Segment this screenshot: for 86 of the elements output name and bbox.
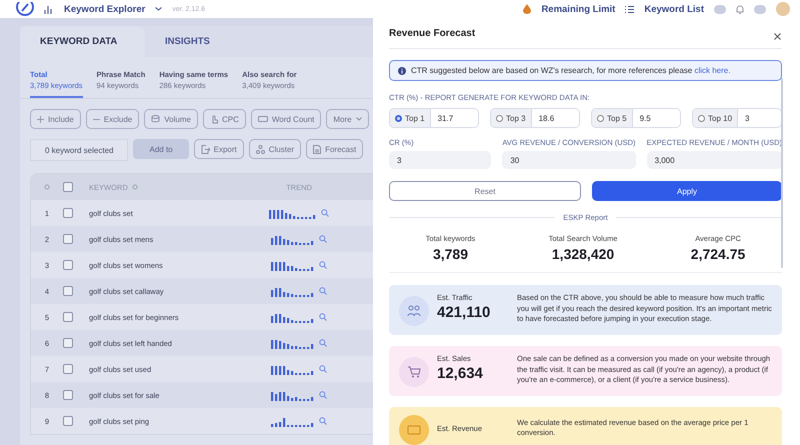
keyword-list-link[interactable]: Keyword List — [644, 4, 704, 14]
info-icon — [398, 66, 406, 74]
stat-value: 2,724.75 — [690, 246, 746, 262]
trend-sparkline — [271, 260, 315, 270]
database-icon — [151, 115, 160, 123]
ctr-field[interactable]: Top 10 3 — [692, 108, 782, 128]
tab[interactable]: INSIGHTS — [145, 26, 270, 57]
notification-badge — [754, 4, 766, 14]
select-all-checkbox[interactable] — [63, 182, 73, 192]
ctr-radio[interactable]: Top 5 — [592, 109, 633, 127]
trend-sparkline — [271, 390, 315, 400]
action-button[interactable]: Export — [194, 139, 244, 159]
row-checkbox[interactable] — [63, 364, 73, 374]
search-icon[interactable] — [319, 235, 327, 243]
search-icon[interactable] — [319, 313, 327, 321]
stat-value: 3,789 — [432, 246, 468, 262]
row-checkbox[interactable] — [63, 338, 73, 348]
filter-button[interactable]: Exclude — [86, 109, 140, 129]
ctr-radio[interactable]: Top 10 — [693, 109, 738, 127]
row-checkbox[interactable] — [63, 208, 73, 218]
row-checkbox[interactable] — [63, 416, 73, 426]
plus-icon — [37, 116, 44, 122]
bell-icon[interactable] — [736, 4, 744, 14]
logo-icon[interactable] — [16, 2, 34, 16]
filter-button[interactable]: Word Count — [250, 109, 322, 129]
filter-button[interactable]: CPC — [202, 109, 246, 129]
remaining-limit-link[interactable]: Remaining Limit — [541, 4, 616, 14]
filter-button[interactable]: Volume — [144, 109, 198, 129]
search-icon[interactable] — [319, 287, 327, 295]
trend-sparkline — [271, 312, 315, 322]
search-icon[interactable] — [319, 261, 327, 269]
trend-sparkline — [271, 416, 315, 426]
users-icon — [407, 305, 421, 317]
text-field-icon — [258, 116, 268, 122]
search-icon[interactable] — [321, 209, 329, 217]
drawer-title: Revenue Forecast — [389, 28, 476, 38]
search-icon[interactable] — [319, 339, 327, 347]
tab[interactable]: KEYWORD DATA — [20, 26, 145, 57]
action-button[interactable]: Forecast — [306, 139, 364, 159]
list-icon — [625, 6, 634, 12]
info-text: CTR suggested below are based on WZ's research, for more references please click here. — [411, 66, 730, 75]
hand-icon — [210, 114, 218, 124]
search-icon[interactable] — [319, 391, 327, 399]
selection-count: 0 keyword selected — [30, 139, 128, 161]
input-field[interactable]: 30 — [502, 151, 636, 169]
row-checkbox[interactable] — [63, 260, 73, 270]
search-icon[interactable] — [319, 365, 327, 373]
cart-icon — [407, 366, 421, 378]
trend-sparkline — [271, 234, 315, 244]
filter-button[interactable]: More — [326, 109, 369, 129]
row-checkbox[interactable] — [63, 286, 73, 296]
chevron-down-icon — [356, 117, 362, 121]
row-checkbox[interactable] — [63, 312, 73, 322]
ctr-field[interactable]: Top 1 31.7 — [389, 108, 479, 128]
click-here-link[interactable]: click here. — [694, 66, 730, 75]
ctr-field[interactable]: Top 5 9.5 — [591, 108, 681, 128]
estimate-value: 12,634 — [437, 365, 484, 382]
close-icon — [774, 33, 780, 40]
action-button[interactable]: Cluster — [248, 139, 302, 159]
trend-sparkline — [269, 208, 317, 218]
trend-sparkline — [271, 286, 315, 296]
row-checkbox[interactable] — [63, 234, 73, 244]
scrollbar[interactable] — [781, 78, 783, 268]
input-field[interactable]: 3,000 — [646, 151, 782, 169]
reset-button[interactable]: Reset — [389, 181, 581, 201]
bar-chart-icon — [44, 4, 54, 14]
cluster-icon — [256, 144, 265, 154]
export-icon — [200, 144, 210, 154]
trend-sparkline — [271, 338, 315, 348]
trend-sparkline — [271, 364, 315, 374]
avatar[interactable] — [776, 2, 790, 16]
count-badge — [714, 4, 726, 14]
drop-icon — [523, 4, 532, 14]
estimate-value: 421,110 — [437, 304, 492, 321]
ctr-radio[interactable]: Top 1 — [390, 109, 431, 127]
row-checkbox[interactable] — [63, 390, 73, 400]
ctr-field[interactable]: Top 3 18.6 — [490, 108, 580, 128]
search-icon[interactable] — [319, 417, 327, 425]
app-title[interactable]: Keyword Explorer — [64, 4, 146, 14]
input-field[interactable]: 3 — [389, 151, 492, 169]
chevron-down-icon[interactable] — [155, 7, 162, 11]
stat-value: 1,328,420 — [552, 246, 614, 262]
ctr-radio[interactable]: Top 3 — [491, 109, 532, 127]
document-icon — [313, 144, 322, 154]
filter-button[interactable]: Include — [30, 109, 81, 129]
apply-button[interactable]: Apply — [592, 181, 782, 201]
